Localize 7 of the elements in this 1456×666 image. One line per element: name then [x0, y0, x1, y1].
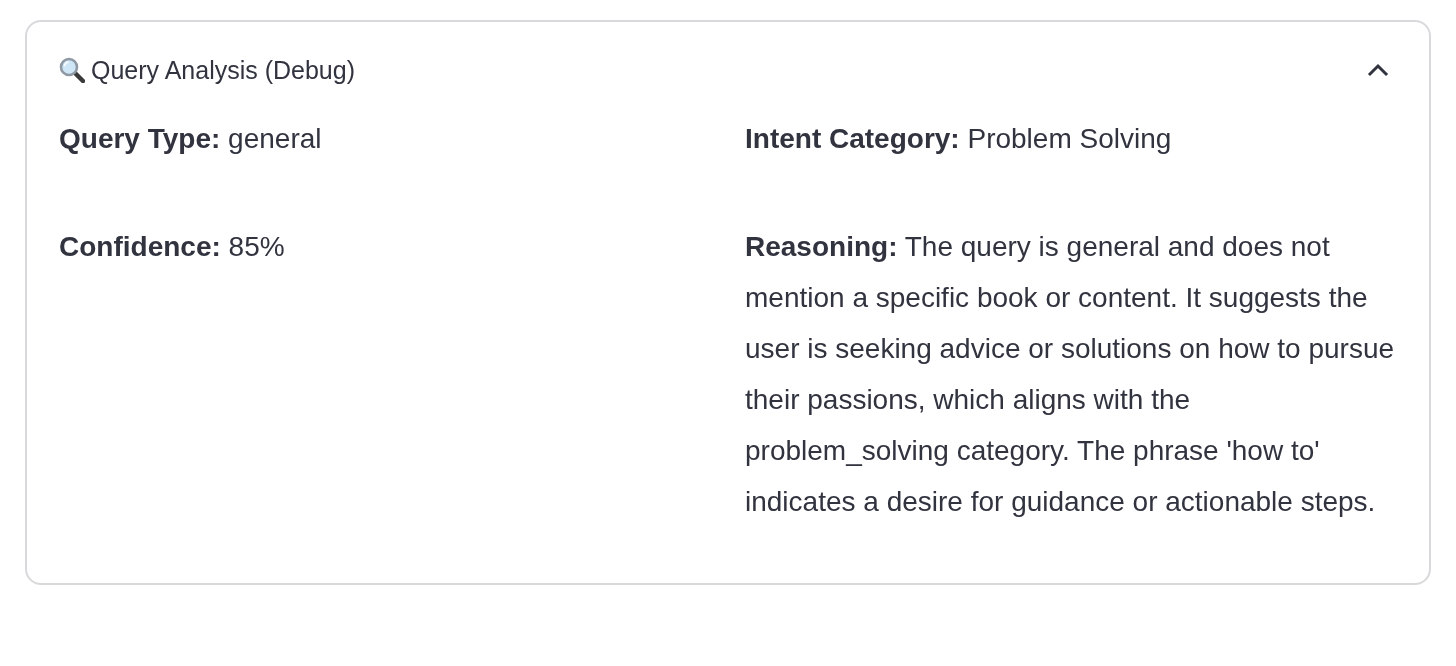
field-text: Reasoning: The query is general and does not mention a specific book or content. It suggests the user is seeking advice or solutions on how to pursue their passions, which aligns with the problem_solving category. The phrase 'how to' indicates a desire for guidance or actionable steps. — [745, 230, 1396, 519]
field-text: Query Type: general — [59, 122, 323, 156]
field-text: Confidence: 85% — [59, 230, 286, 264]
field-text: Intent Category: Problem Solving — [745, 122, 1173, 156]
expander-header[interactable]: Query Analysis (Debug) — [27, 22, 1429, 101]
search-icon — [59, 57, 85, 83]
expander-title: Query Analysis (Debug) — [91, 55, 356, 85]
